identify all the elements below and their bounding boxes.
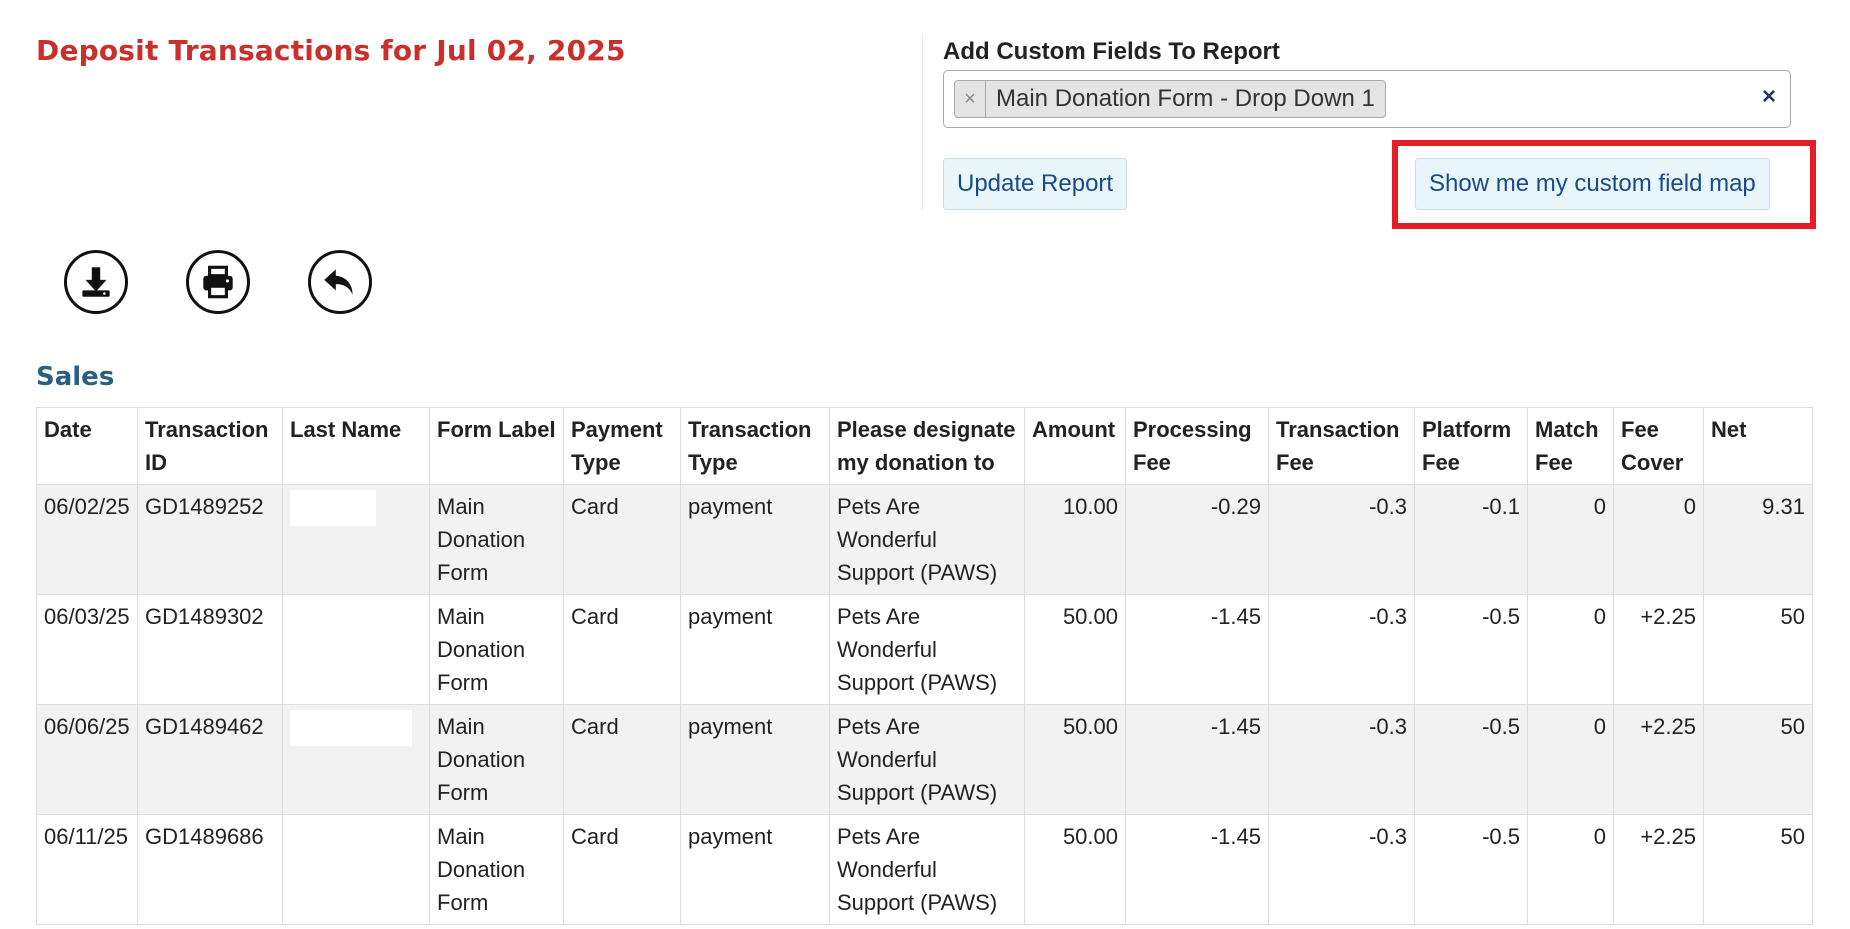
- cell-date: 06/11/25: [36, 814, 138, 925]
- cell-transaction-id: GD1489462: [137, 704, 283, 815]
- cell-last-name: [282, 814, 430, 925]
- column-header[interactable]: Date: [36, 407, 138, 485]
- print-icon: [203, 265, 233, 299]
- cell-transaction-type: payment: [680, 814, 830, 925]
- cell-form-label: Main Donation Form: [429, 594, 564, 705]
- cell-transaction-fee: -0.3: [1268, 594, 1415, 705]
- cell-designation: Pets Are Wonderful Support (PAWS): [829, 484, 1025, 595]
- table-row: 06/06/25 GD1489462 Main Donation Form Ca…: [36, 704, 1813, 815]
- column-header[interactable]: Payment Type: [563, 407, 681, 485]
- cell-date: 06/03/25: [36, 594, 138, 705]
- redacted-block: [290, 490, 376, 526]
- cell-amount: 50.00: [1024, 704, 1126, 815]
- redacted-block: [290, 710, 412, 746]
- tag-label: Main Donation Form - Drop Down 1: [996, 85, 1375, 112]
- clear-selection-icon[interactable]: ×: [1762, 83, 1776, 111]
- back-button[interactable]: [308, 250, 372, 314]
- cell-match-fee: 0: [1527, 594, 1614, 705]
- column-header[interactable]: Processing Fee: [1125, 407, 1269, 485]
- cell-platform-fee: -0.5: [1414, 814, 1528, 925]
- cell-form-label: Main Donation Form: [429, 704, 564, 815]
- table-row: 06/11/25 GD1489686 Main Donation Form Ca…: [36, 814, 1813, 925]
- cell-amount: 50.00: [1024, 594, 1126, 705]
- back-icon: [324, 269, 353, 295]
- cell-payment-type: Card: [563, 704, 681, 815]
- cell-designation: Pets Are Wonderful Support (PAWS): [829, 704, 1025, 815]
- cell-last-name: [282, 594, 430, 705]
- cell-form-label: Main Donation Form: [429, 484, 564, 595]
- cell-platform-fee: -0.5: [1414, 704, 1528, 815]
- cell-fee-cover: 0: [1613, 484, 1704, 595]
- column-header[interactable]: Transaction ID: [137, 407, 283, 485]
- column-header[interactable]: Please designate my donation to: [829, 407, 1025, 485]
- cell-net: 50: [1703, 704, 1813, 815]
- cell-platform-fee: -0.5: [1414, 594, 1528, 705]
- cell-transaction-fee: -0.3: [1268, 814, 1415, 925]
- selected-field-tag: × Main Donation Form - Drop Down 1: [954, 80, 1386, 118]
- cell-processing-fee: -1.45: [1125, 704, 1269, 815]
- cell-payment-type: Card: [563, 484, 681, 595]
- page-title: Deposit Transactions for Jul 02, 2025: [36, 34, 626, 67]
- cell-processing-fee: -0.29: [1125, 484, 1269, 595]
- update-report-button[interactable]: Update Report: [943, 158, 1128, 210]
- cell-amount: 10.00: [1024, 484, 1126, 595]
- column-header[interactable]: Amount: [1024, 407, 1126, 485]
- cell-transaction-id: GD1489686: [137, 814, 283, 925]
- section-title-sales: Sales: [36, 362, 115, 392]
- cell-platform-fee: -0.1: [1414, 484, 1528, 595]
- cell-fee-cover: +2.25: [1613, 814, 1704, 925]
- cell-match-fee: 0: [1527, 484, 1614, 595]
- cell-transaction-fee: -0.3: [1268, 704, 1415, 815]
- cell-transaction-type: payment: [680, 594, 830, 705]
- cell-net: 50: [1703, 814, 1813, 925]
- cell-transaction-fee: -0.3: [1268, 484, 1415, 595]
- cell-form-label: Main Donation Form: [429, 814, 564, 925]
- cell-last-name: [282, 704, 430, 815]
- cell-date: 06/02/25: [36, 484, 138, 595]
- column-header[interactable]: Transaction Fee: [1268, 407, 1415, 485]
- column-header[interactable]: Match Fee: [1527, 407, 1614, 485]
- cell-net: 9.31: [1703, 484, 1813, 595]
- custom-fields-multiselect[interactable]: × Main Donation Form - Drop Down 1 ×: [943, 70, 1791, 128]
- cell-transaction-type: payment: [680, 484, 830, 595]
- cell-net: 50: [1703, 594, 1813, 705]
- cell-payment-type: Card: [563, 814, 681, 925]
- cell-last-name: [282, 484, 430, 595]
- cell-match-fee: 0: [1527, 704, 1614, 815]
- column-header[interactable]: Last Name: [282, 407, 430, 485]
- cell-payment-type: Card: [563, 594, 681, 705]
- print-button[interactable]: [186, 250, 250, 314]
- tag-remove-icon[interactable]: ×: [955, 81, 986, 117]
- column-header[interactable]: Form Label: [429, 407, 564, 485]
- column-header[interactable]: Platform Fee: [1414, 407, 1528, 485]
- table-header-row: Date Transaction ID Last Name Form Label…: [36, 407, 1813, 485]
- cell-designation: Pets Are Wonderful Support (PAWS): [829, 814, 1025, 925]
- cell-transaction-id: GD1489302: [137, 594, 283, 705]
- cell-processing-fee: -1.45: [1125, 594, 1269, 705]
- sales-table: Date Transaction ID Last Name Form Label…: [36, 407, 1813, 925]
- cell-designation: Pets Are Wonderful Support (PAWS): [829, 594, 1025, 705]
- cell-transaction-id: GD1489252: [137, 484, 283, 595]
- cell-fee-cover: +2.25: [1613, 594, 1704, 705]
- download-icon: [82, 267, 110, 297]
- custom-fields-label: Add Custom Fields To Report: [943, 38, 1280, 65]
- cell-match-fee: 0: [1527, 814, 1614, 925]
- cell-date: 06/06/25: [36, 704, 138, 815]
- column-header[interactable]: Fee Cover: [1613, 407, 1704, 485]
- cell-fee-cover: +2.25: [1613, 704, 1704, 815]
- cell-transaction-type: payment: [680, 704, 830, 815]
- table-row: 06/02/25 GD1489252 Main Donation Form Ca…: [36, 484, 1813, 595]
- cell-processing-fee: -1.45: [1125, 814, 1269, 925]
- cell-amount: 50.00: [1024, 814, 1126, 925]
- column-header[interactable]: Transaction Type: [680, 407, 830, 485]
- download-button[interactable]: [64, 250, 128, 314]
- custom-field-map-button[interactable]: Show me my custom field map: [1415, 158, 1770, 210]
- column-header[interactable]: Net: [1703, 407, 1813, 485]
- table-row: 06/03/25 GD1489302 Main Donation Form Ca…: [36, 594, 1813, 705]
